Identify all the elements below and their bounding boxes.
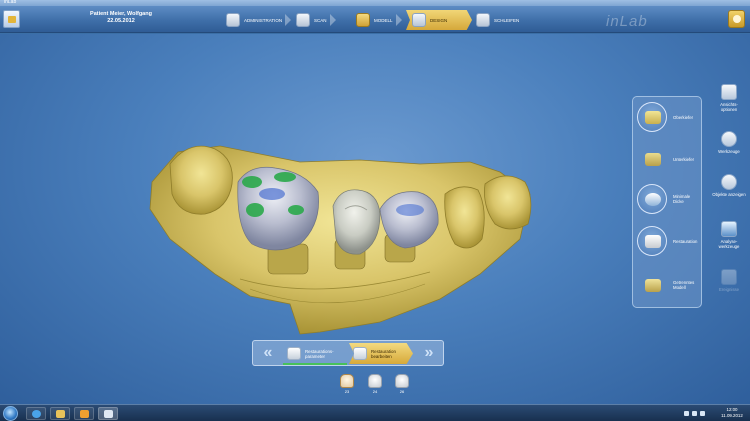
administration-icon <box>226 13 240 27</box>
sidebar-analysis-tools[interactable]: Analyse-werkzeuge <box>712 221 746 249</box>
step-restauration-bearbeiten[interactable]: Restauration bearbeiten <box>349 343 413 364</box>
sirona-logo-icon[interactable] <box>728 10 745 28</box>
system-tray <box>684 407 705 420</box>
tooth-24[interactable]: 24 <box>366 374 384 394</box>
network-icon[interactable] <box>684 411 689 416</box>
contact-area-2 <box>274 172 296 182</box>
media-player-icon[interactable] <box>74 407 94 420</box>
minimum-thickness-icon <box>637 184 667 214</box>
contact-area-3 <box>246 203 264 217</box>
volume-icon[interactable] <box>700 411 705 416</box>
next-step-button[interactable]: » <box>417 344 441 362</box>
sidebar-tools[interactable]: Werkzeuge <box>712 131 746 154</box>
phase-scan[interactable]: SCAN <box>296 10 336 30</box>
windows-taskbar: 12:00 11.09.2012 <box>0 404 750 421</box>
model-left-molar <box>169 145 233 215</box>
sidebar-view-options[interactable]: Ansichts-optionen <box>712 84 746 112</box>
inlab-app-icon[interactable] <box>98 407 118 420</box>
phase-modell[interactable]: MODELL <box>356 10 402 30</box>
tool-minimale-dicke[interactable]: Minimale Dicke <box>637 182 701 216</box>
restoration-icon <box>637 226 667 256</box>
internet-explorer-icon[interactable] <box>26 407 46 420</box>
visibility-tool-panel: Oberkiefer Unterkiefer Minimale Dicke Re… <box>632 96 702 308</box>
patient-date: 22.05.2012 <box>107 18 135 24</box>
view-options-icon <box>721 84 737 100</box>
phase-design[interactable]: DESIGN <box>406 10 472 30</box>
analysis-tools-icon <box>721 221 737 237</box>
sidebar-events[interactable]: Ereignisse <box>712 269 746 292</box>
window-title: inLab <box>4 0 17 5</box>
lower-jaw-icon <box>637 144 667 174</box>
model-icon <box>356 13 370 27</box>
flag-icon[interactable] <box>692 411 697 416</box>
tooth-icon <box>340 374 354 388</box>
start-button[interactable] <box>3 406 18 421</box>
patient-info: Patient Meier, Wolfgang 22.05.2012 <box>76 11 166 25</box>
step-progress-indicator <box>283 363 347 365</box>
contact-area-1 <box>242 176 262 188</box>
previous-step-button[interactable]: « <box>256 344 280 362</box>
tool-restauration[interactable]: Restauration <box>637 224 701 258</box>
tool-unterkiefer[interactable]: Unterkiefer <box>637 142 701 176</box>
explorer-icon[interactable] <box>50 407 70 420</box>
tooth-23[interactable]: 23 <box>338 374 356 394</box>
sidebar-show-objects[interactable]: Objekte anzeigen <box>712 174 746 197</box>
phase-administration[interactable]: ADMINISTRATION <box>226 10 292 30</box>
tools-icon <box>721 131 737 147</box>
show-objects-icon <box>721 174 737 190</box>
design-step-bar: « Restaurations-parameter Restauration b… <box>252 340 444 366</box>
taskbar-clock[interactable]: 12:00 11.09.2012 <box>717 407 747 418</box>
tooth-icon <box>368 374 382 388</box>
brand-logo: inLab <box>606 13 648 30</box>
tooth-26[interactable]: 26 <box>393 374 411 394</box>
contact-area-6 <box>396 204 424 216</box>
tool-getrenntes-modell[interactable]: Getrenntes Modell <box>637 268 701 302</box>
separated-model-icon <box>637 270 667 300</box>
phase-schleifen[interactable]: SCHLEIFEN <box>476 10 519 30</box>
milling-icon <box>476 13 490 27</box>
contact-area-4 <box>288 205 304 215</box>
contact-area-5 <box>259 188 285 200</box>
app-menu-icon[interactable] <box>3 10 20 28</box>
design-icon <box>412 13 426 27</box>
edit-restoration-icon <box>353 347 367 360</box>
app-header: Patient Meier, Wolfgang 22.05.2012 ADMIN… <box>0 6 750 33</box>
events-icon <box>721 269 737 285</box>
tool-oberkiefer[interactable]: Oberkiefer <box>637 100 701 134</box>
scan-icon <box>296 13 310 27</box>
patient-name: Patient Meier, Wolfgang <box>90 11 152 17</box>
restoration-parameter-icon <box>287 347 301 360</box>
upper-jaw-icon <box>637 102 667 132</box>
tooth-icon <box>395 374 409 388</box>
step-restaurationsparameter[interactable]: Restaurations-parameter <box>283 343 347 364</box>
